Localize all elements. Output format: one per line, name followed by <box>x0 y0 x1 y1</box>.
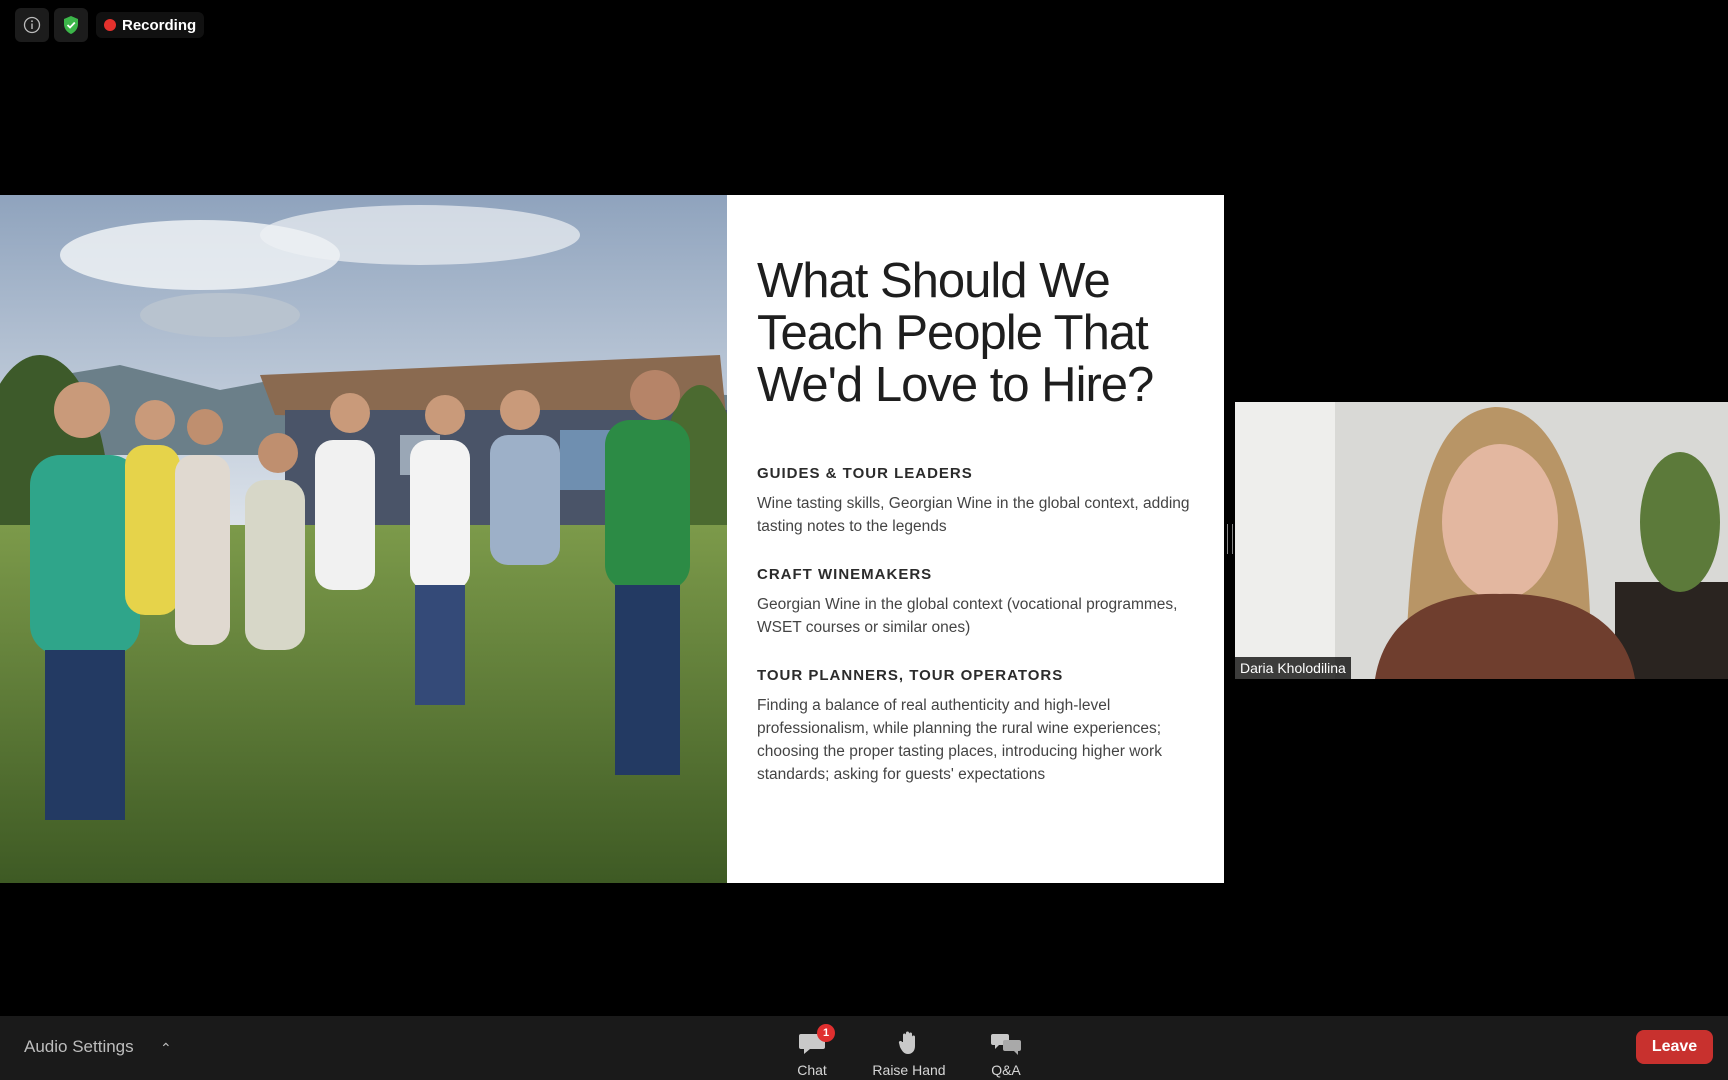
slide-text-panel: What Should We Teach People That We'd Lo… <box>757 255 1207 814</box>
slide-section: CRAFT WINEMAKERS Georgian Wine in the gl… <box>757 566 1207 639</box>
participant-video-feed <box>1235 402 1728 679</box>
info-icon <box>23 16 41 34</box>
section-body: Georgian Wine in the global context (voc… <box>757 596 1178 636</box>
qa-label: Q&A <box>991 1062 1021 1078</box>
section-heading: CRAFT WINEMAKERS <box>757 566 933 583</box>
shared-screen-slide: What Should We Teach People That We'd Lo… <box>0 195 1224 883</box>
section-body: Wine tasting skills, Georgian Wine in th… <box>757 495 1190 535</box>
raise-hand-label: Raise Hand <box>872 1062 946 1078</box>
audio-settings-button[interactable]: Audio Settings <box>24 1037 134 1057</box>
qa-button[interactable]: Q&A <box>961 1022 1051 1078</box>
security-button[interactable] <box>54 8 88 42</box>
section-body: Finding a balance of real authenticity a… <box>757 697 1162 783</box>
chevron-up-icon[interactable]: ⌃ <box>160 1040 172 1057</box>
section-heading: TOUR PLANNERS, TOUR OPERATORS <box>757 667 1064 684</box>
split-resize-handle[interactable] <box>1227 524 1233 554</box>
leave-button[interactable]: Leave <box>1636 1030 1713 1064</box>
recording-dot-icon <box>104 19 116 31</box>
meeting-toolbar: Audio Settings ⌃ Chat 1 Raise Hand Q&A L… <box>0 1016 1728 1080</box>
slide-section: TOUR PLANNERS, TOUR OPERATORS Finding a … <box>757 667 1207 786</box>
qa-icon <box>991 1034 1021 1055</box>
raise-hand-icon <box>898 1031 915 1054</box>
recording-indicator[interactable]: Recording <box>96 12 205 38</box>
chat-label: Chat <box>797 1062 827 1078</box>
chat-unread-badge: 1 <box>817 1024 835 1042</box>
shield-check-icon <box>64 16 78 34</box>
section-heading: GUIDES & TOUR LEADERS <box>757 465 973 482</box>
slide-section: GUIDES & TOUR LEADERS Wine tasting skill… <box>757 465 1207 538</box>
slide-title: What Should We Teach People That We'd Lo… <box>757 254 1154 412</box>
participant-name-label: Daria Kholodilina <box>1235 657 1351 679</box>
raise-hand-button[interactable]: Raise Hand <box>864 1022 954 1078</box>
participant-video[interactable]: Daria Kholodilina <box>1235 402 1728 679</box>
meeting-info-button[interactable] <box>15 8 49 42</box>
recording-label: Recording <box>122 16 197 34</box>
group-photo <box>0 195 727 883</box>
chat-button[interactable]: Chat 1 <box>767 1022 857 1078</box>
